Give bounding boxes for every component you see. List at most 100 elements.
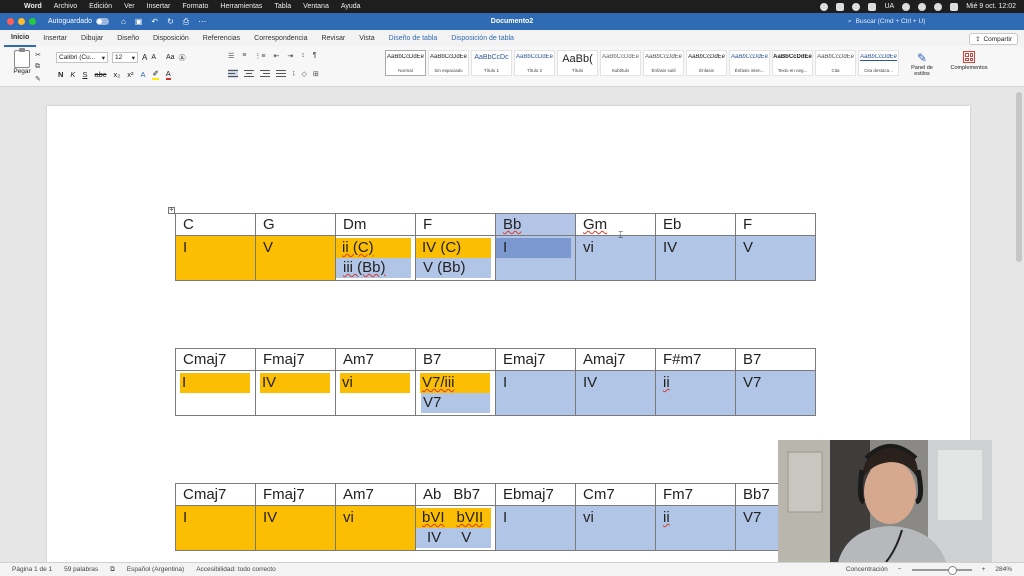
chord-cell[interactable]: Cm7	[575, 483, 656, 506]
redo-icon[interactable]: ↻	[167, 17, 174, 27]
wifi-icon[interactable]	[918, 2, 927, 11]
extension-icon[interactable]	[868, 2, 877, 11]
subscript-icon[interactable]: x₂	[114, 70, 121, 79]
degree-cell[interactable]: IV (C) V (Bb)	[415, 235, 496, 281]
line-spacing-icon[interactable]: ↨	[292, 70, 296, 77]
search-box[interactable]: ⌕ Buscar (Cmd + Ctrl + U)	[848, 16, 1018, 27]
print-icon[interactable]: ⎙	[183, 17, 189, 27]
zoom-level[interactable]: 284%	[995, 566, 1012, 573]
menu-app-name[interactable]: Word	[18, 3, 48, 10]
underline-icon[interactable]: S	[82, 70, 87, 79]
degree-cell[interactable]: IV	[655, 235, 736, 281]
chord-cell[interactable]: Emaj7	[495, 348, 576, 371]
zoom-out-icon[interactable]: −	[898, 566, 902, 573]
page-count[interactable]: Página 1 de 1	[12, 566, 52, 573]
bullets-icon[interactable]: ☰	[228, 52, 234, 60]
degree-cell[interactable]: IV	[255, 370, 336, 416]
chord-cell[interactable]: F#m7	[655, 348, 736, 371]
styles-panel-button[interactable]: ✎ Panel de estilos	[908, 51, 936, 77]
tab-revisar[interactable]: Revisar	[314, 30, 352, 47]
cut-icon[interactable]: ✂	[35, 51, 41, 59]
zoom-in-icon[interactable]: +	[982, 566, 986, 573]
degree-cell[interactable]: I	[175, 505, 256, 551]
increase-indent-icon[interactable]: ⇥	[287, 52, 293, 60]
tab-table-layout[interactable]: Disposición de tabla	[444, 30, 521, 47]
home-icon[interactable]: ⌂	[121, 17, 126, 27]
close-window-button[interactable]	[7, 18, 14, 25]
superscript-icon[interactable]: x²	[127, 70, 133, 79]
chord-cell[interactable]: Cmaj7	[175, 348, 256, 371]
tab-vista[interactable]: Vista	[352, 30, 381, 47]
control-center-icon[interactable]	[950, 2, 959, 11]
sort-icon[interactable]: ↕	[301, 52, 305, 60]
chord-cell[interactable]: Bb	[495, 213, 576, 236]
degree-cell[interactable]: ii	[655, 505, 736, 551]
align-center-icon[interactable]	[244, 69, 254, 78]
menu-ventana[interactable]: Ventana	[297, 3, 335, 10]
degree-cell[interactable]: V7/iii V7	[415, 370, 496, 416]
zoom-window-button[interactable]	[29, 18, 36, 25]
style-subtitle[interactable]: AaBbCcDdEe Subtítulo	[600, 50, 641, 76]
menu-ayuda[interactable]: Ayuda	[335, 3, 367, 10]
multilevel-list-icon[interactable]: ⋮≡	[254, 52, 265, 60]
chord-cell[interactable]: Cmaj7	[175, 483, 256, 506]
tab-dibujar[interactable]: Dibujar	[74, 30, 110, 47]
decrease-indent-icon[interactable]: ⇤	[273, 52, 279, 60]
input-locale[interactable]: UA	[884, 3, 894, 10]
menu-archivo[interactable]: Archivo	[48, 3, 83, 10]
chord-cell[interactable]: F	[735, 213, 816, 236]
degree-cell[interactable]: I	[175, 235, 256, 281]
style-quote[interactable]: AaBbCcDdEe Cita	[815, 50, 856, 76]
menu-edicion[interactable]: Edición	[83, 3, 118, 10]
degree-cell[interactable]: ii	[655, 370, 736, 416]
style-title[interactable]: AaBb(Título	[557, 50, 598, 76]
degree-cell[interactable]: ii (C) iii (Bb)	[335, 235, 416, 281]
minimize-window-button[interactable]	[18, 18, 25, 25]
degree-cell[interactable]: V	[735, 235, 816, 281]
format-painter-icon[interactable]: ✎	[35, 75, 41, 83]
chord-cell[interactable]: Ab Bb7	[415, 483, 496, 506]
degree-cell[interactable]: I	[495, 505, 576, 551]
style-strong[interactable]: AaBbCcDdEe Texto en neg...	[772, 50, 813, 76]
shrink-font-icon[interactable]: A	[151, 54, 156, 61]
tab-correspondencia[interactable]: Correspondencia	[247, 30, 314, 47]
tab-insertar[interactable]: Insertar	[36, 30, 74, 47]
chord-cell[interactable]: Am7	[335, 483, 416, 506]
text-effects-icon[interactable]: A	[140, 70, 145, 79]
app-status-icon[interactable]	[836, 2, 845, 11]
style-heading-2[interactable]: AaBbCcDdEe Título 2	[514, 50, 555, 76]
chord-table-1[interactable]: C G Dm F Bb Gm Eb F I V ii (C) iii (Bb) …	[175, 213, 816, 281]
addins-button[interactable]: Complementos	[944, 51, 994, 71]
degree-cell[interactable]: V	[255, 235, 336, 281]
style-no-spacing[interactable]: AaBbCcDdEe Sin espaciado	[428, 50, 469, 76]
shading-icon[interactable]: ◇	[302, 70, 307, 78]
autosave-toggle[interactable]	[95, 18, 109, 25]
paste-button[interactable]: Pegar	[8, 48, 36, 75]
style-heading-1[interactable]: AaBbCcDc Título 1	[471, 50, 512, 76]
search-icon[interactable]	[934, 2, 943, 11]
save-icon[interactable]: ▣	[135, 17, 143, 27]
table-move-handle[interactable]: ✛	[168, 207, 175, 214]
tab-referencias[interactable]: Referencias	[196, 30, 247, 47]
italic-icon[interactable]: K	[70, 70, 75, 79]
show-marks-icon[interactable]: ¶	[313, 52, 317, 60]
degree-cell[interactable]: I	[495, 235, 576, 281]
chord-cell[interactable]: Fmaj7	[255, 348, 336, 371]
style-normal[interactable]: AaBbCcDdEe Normal	[385, 50, 426, 76]
clear-format-icon[interactable]: Ⓐ	[179, 53, 186, 63]
chord-table-2[interactable]: Cmaj7 Fmaj7 Am7 B7 Emaj7 Amaj7 F#m7 B7 I…	[175, 348, 816, 416]
degree-cell[interactable]: vi	[575, 505, 656, 551]
degree-cell[interactable]: I	[495, 370, 576, 416]
font-color-icon[interactable]: A	[165, 69, 171, 80]
chord-cell[interactable]: G	[255, 213, 336, 236]
tab-disposicion[interactable]: Disposición	[146, 30, 196, 47]
zoom-slider[interactable]	[911, 565, 972, 575]
more-icon[interactable]: ⋯	[198, 17, 206, 27]
chord-cell[interactable]: B7	[415, 348, 496, 371]
degree-cell[interactable]: I	[175, 370, 256, 416]
tab-table-design[interactable]: Diseño de tabla	[382, 30, 445, 47]
style-intense-quote[interactable]: AaBbCcDdEe Cita destaca...	[858, 50, 899, 76]
degree-cell[interactable]: IV	[255, 505, 336, 551]
menu-tabla[interactable]: Tabla	[268, 3, 297, 10]
chord-cell[interactable]: Fmaj7	[255, 483, 336, 506]
